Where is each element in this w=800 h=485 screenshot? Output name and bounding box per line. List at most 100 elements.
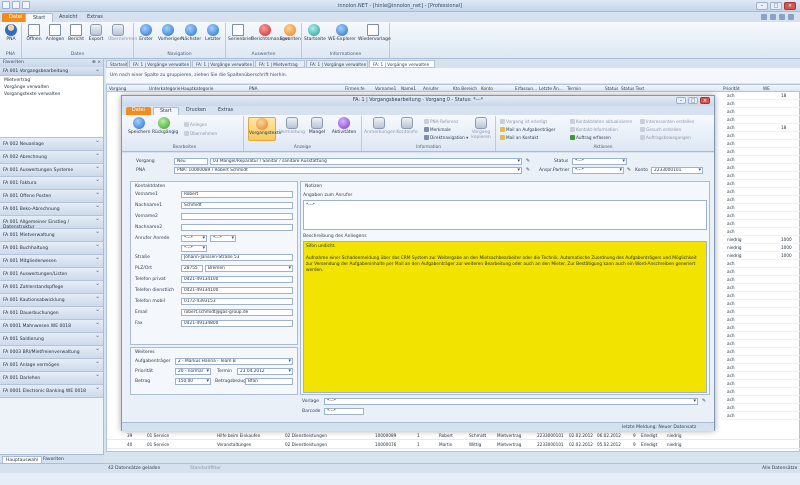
standard-filter-checkbox[interactable]: Standardfilter [190, 466, 221, 471]
kontakt-field-input[interactable]: 0421-49134800 [181, 320, 293, 327]
kontakt-field-input[interactable]: 0421-49134100 [181, 287, 293, 294]
grid-column-header[interactable]: Firmen.fe [345, 86, 365, 91]
grid-column-header[interactable]: Vorname1 [375, 86, 396, 91]
grid-column-header[interactable]: Name1 [401, 86, 416, 91]
grid-row-visible-part[interactable]: ach [723, 300, 800, 308]
vorheriger-button[interactable]: Vorheriger [158, 24, 181, 42]
grid-row-visible-part[interactable]: ach [723, 156, 800, 164]
grid-row-visible-part[interactable]: ach [723, 220, 800, 228]
grid-row-visible-part[interactable]: ach [723, 356, 800, 364]
bericht-button[interactable]: Bericht [66, 24, 86, 42]
grid-row-visible-part[interactable]: ach [723, 348, 800, 356]
auftrag-erfassen-button[interactable]: Auftrag erfassen [570, 135, 611, 140]
tab-start[interactable]: Start [25, 13, 54, 22]
table-row[interactable]: 39 01 Service Hilfe beim Einkaufen 02 Diens… [107, 431, 800, 440]
grid-row-visible-part[interactable]: ach [723, 140, 800, 148]
grid-row-visible-part[interactable]: ach [723, 372, 800, 380]
auftragsbewegungen-button[interactable]: Auftragsbewegungen [640, 135, 691, 140]
dialog-tab-drucken[interactable]: Drucken [180, 107, 212, 115]
vorgang-id-field[interactable]: Neu [174, 158, 208, 165]
doc-tab-4[interactable]: FA: 1 | Vorgänge verwalten [306, 60, 368, 68]
nav-group[interactable]: FA 002 Neuanlage [0, 137, 103, 151]
kontakt-field-input[interactable] [181, 224, 293, 231]
doc-tab-1[interactable]: FA: 1 | Vorgänge verwalten [129, 60, 191, 68]
kontakt-field-input[interactable]: 0172-4393153 [181, 298, 293, 305]
minimize-button[interactable]: – [756, 2, 768, 10]
nav-group[interactable]: FA 001 Buchhaltung [0, 241, 103, 255]
grid-column-header[interactable]: Kto Bereich [453, 86, 477, 91]
erster-button[interactable]: Erster [136, 24, 156, 42]
dialog-minimize-button[interactable]: – [676, 97, 686, 104]
merkmale-button[interactable]: Merkmale [424, 127, 451, 132]
nav-group[interactable]: FA 001 Offene Posten [0, 189, 103, 203]
kontoinfo-button[interactable]: Kontoinfo [395, 117, 419, 135]
pna-referenz-button[interactable]: PNA-Referenz [424, 119, 458, 124]
nav-group[interactable]: FA 001 Allgemeiner Einstieg / Datenstruk… [0, 215, 103, 230]
grid-row-visible-part[interactable]: ach [723, 180, 800, 188]
gesuch-erstellen-button[interactable]: Gesuch erstellen [640, 127, 681, 132]
kontakt-field-input[interactable] [181, 213, 293, 220]
betragsbezug-field[interactable]: Bfan [245, 378, 293, 385]
dialog-close-button[interactable]: × [700, 97, 710, 104]
grid-column-header[interactable]: Priorität [723, 86, 740, 91]
anlegen-button[interactable]: Anlegen [45, 24, 65, 42]
grid-row-visible-part[interactable]: ach [723, 116, 800, 124]
ort-select[interactable]: Bremen [205, 265, 293, 272]
grid-row-visible-part[interactable]: ach [723, 324, 800, 332]
grid-row-visible-part[interactable]: ach [723, 276, 800, 284]
doc-tab-2[interactable]: FA: 1 | Vorgänge verwalten [192, 60, 254, 68]
edit-kategorie-icon[interactable]: ✎ [525, 158, 531, 165]
rueckgaengig-button[interactable]: Rückgängig [152, 117, 178, 135]
grid-column-header[interactable]: Vorgang [109, 86, 126, 91]
startseite-button[interactable]: Startseite [304, 24, 326, 42]
kontakt-field-input[interactable]: robert.schmidt@gas-group.de [181, 309, 293, 316]
pna-button[interactable]: PNA [1, 24, 21, 42]
doc-tab-3[interactable]: FA: 1 | Mietvertrag [255, 60, 305, 68]
close-button[interactable]: × [784, 2, 796, 10]
grid-row-visible-part[interactable]: ach [723, 108, 800, 116]
grid-row-visible-part[interactable]: niedrig 1000 [723, 244, 800, 252]
ribbon-minimize-icon[interactable] [761, 14, 767, 20]
mangel-button[interactable]: Mangel [306, 117, 328, 135]
ansprechpartner-select[interactable]: *---* [572, 167, 624, 174]
grid-column-header[interactable]: Hauptkategorie [181, 86, 214, 91]
ribbon-close-icon[interactable] [779, 14, 785, 20]
grid-row-visible-part[interactable]: ach [723, 364, 800, 372]
dialog-maximize-button[interactable]: □ [688, 97, 698, 104]
grid-row-visible-part[interactable]: niedrig 1000 [723, 236, 800, 244]
grid-row-visible-part[interactable]: ach [723, 340, 800, 348]
doc-tab-startseite[interactable]: Startseite [106, 60, 128, 68]
grid-column-header[interactable]: WE [763, 86, 770, 91]
nav-group[interactable]: FA 0001 Mahnwesen WE 0018 [0, 319, 103, 333]
angaben-anrufer-textarea[interactable]: *---* [303, 200, 707, 230]
maximize-button[interactable]: □ [770, 2, 782, 10]
letzter-button[interactable]: Letzter [203, 24, 223, 42]
grid-row-visible-part[interactable]: ach [723, 316, 800, 324]
nav-group[interactable]: FA 001 Kautionsabwicklung [0, 293, 103, 307]
nav-group[interactable]: FA 002 Abrechnung [0, 150, 103, 164]
naechster-button[interactable]: Nächster [181, 24, 201, 42]
pin-icon[interactable]: ⊕ × [92, 60, 101, 65]
nav-item-vorgangstexte[interactable]: Vorgangstexte verwalten [4, 92, 99, 99]
termin-date-field[interactable]: 23.04.2012 [237, 368, 293, 375]
all-records-button[interactable]: Alle Datensätze [762, 466, 797, 471]
nav-group[interactable]: FA 001 Darlehen [0, 371, 103, 385]
favoriten-button[interactable]: Favoriten [280, 24, 301, 42]
grid-row-visible-part[interactable]: ach 18 [723, 124, 800, 132]
grid-row-visible-part[interactable]: ach [723, 268, 800, 276]
grid-row-visible-part[interactable]: ach [723, 380, 800, 388]
grid-column-header[interactable]: Anrufer [423, 86, 439, 91]
prioritaet-select[interactable]: 20 - normal [175, 368, 211, 375]
kontakt-field-input[interactable]: 0421-49134100 [181, 276, 293, 283]
nav-item-mietvertrag[interactable]: Mietvertrag [4, 78, 99, 85]
grid-column-header[interactable]: Termin [567, 86, 581, 91]
dialog-uebernehmen-button[interactable]: Übernehmen [184, 131, 217, 136]
grid-row-visible-part[interactable]: ach 18 [723, 92, 800, 100]
kategorie-select[interactable]: 03 Mangel/Reparatur / Sanitär / sanitäre… [210, 158, 522, 165]
mail-kontakt-button[interactable]: Mail an Kontakt [500, 135, 538, 140]
grid-row-visible-part[interactable]: ach [723, 388, 800, 396]
aktivitaeten-button[interactable]: Aktivitäten [330, 117, 358, 135]
nav-group[interactable]: FA 001 Zahlerstandspflege [0, 280, 103, 294]
grid-row-visible-part[interactable]: ach [723, 396, 800, 404]
kontakt-field-input[interactable]: *---* [181, 235, 207, 242]
